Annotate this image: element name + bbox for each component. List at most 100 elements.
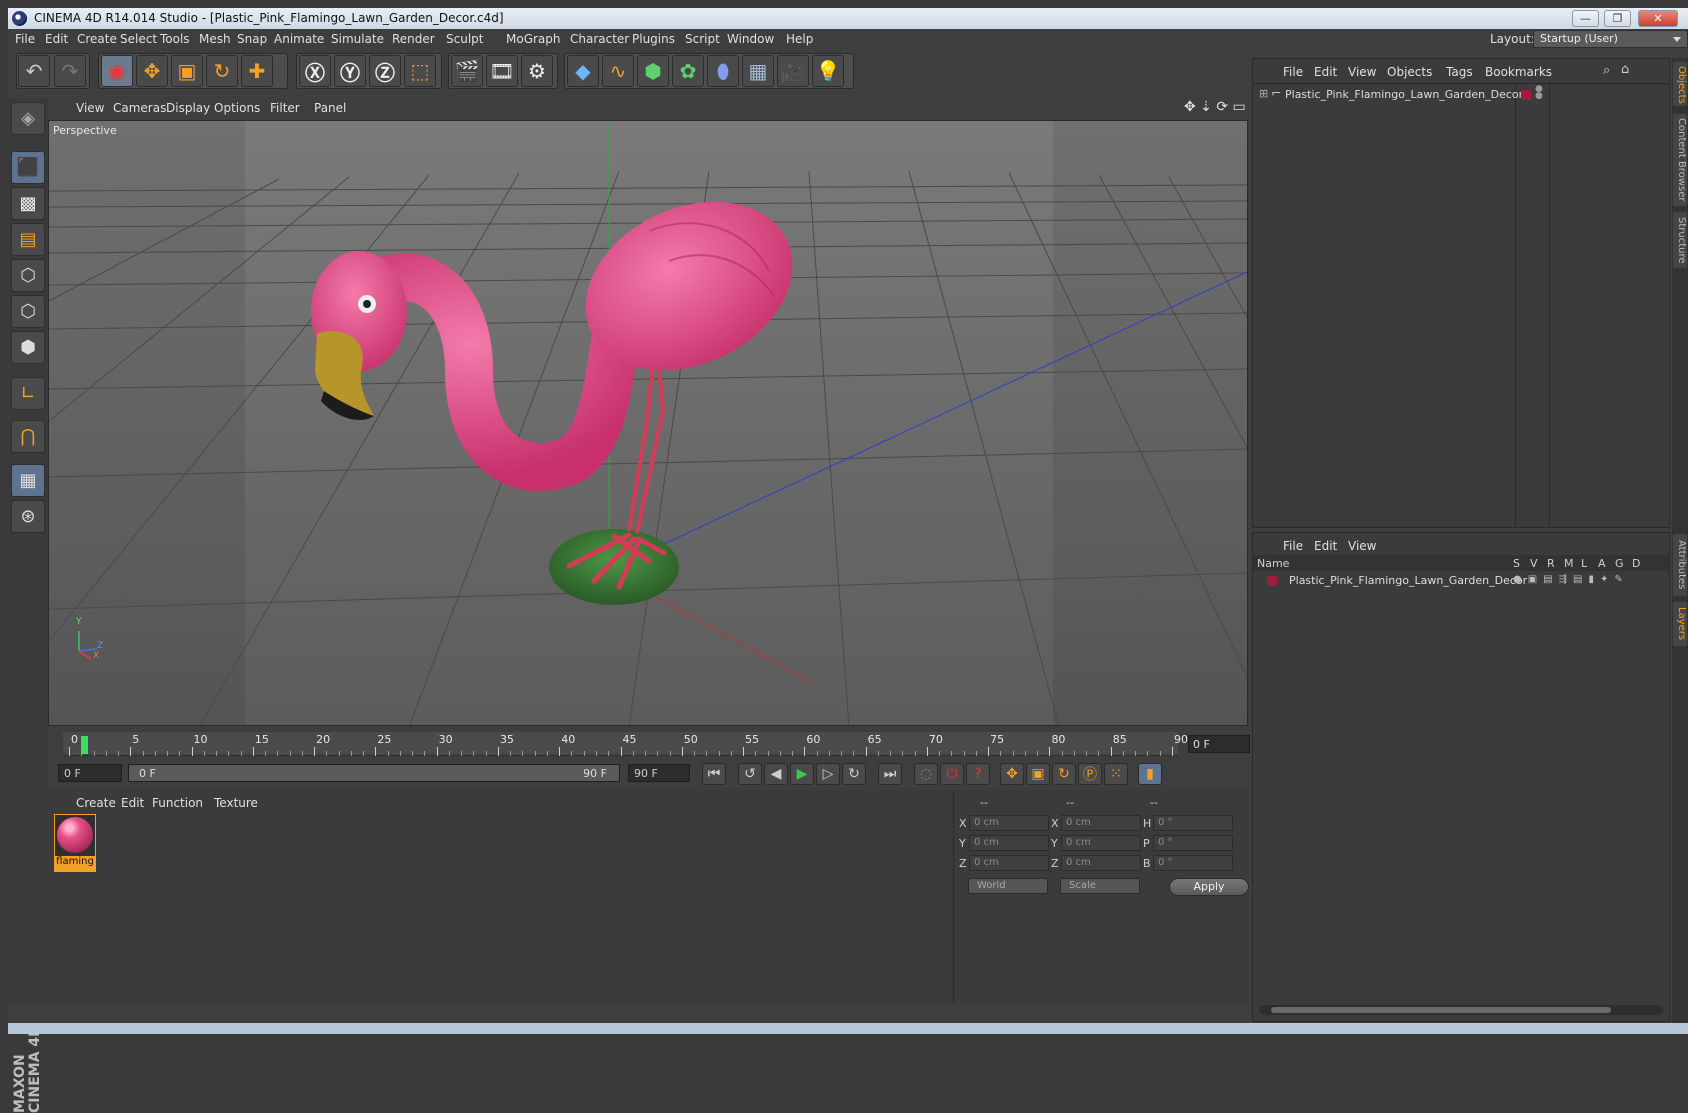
objects-menu-objects[interactable]: Objects	[1387, 65, 1432, 79]
model-mode-icon[interactable]: ⬛	[11, 151, 45, 184]
menu-render[interactable]: Render	[392, 32, 435, 46]
rot-h-field[interactable]: 0 °	[1153, 815, 1233, 831]
menu-snap[interactable]: Snap	[237, 32, 267, 46]
menu-help[interactable]: Help	[786, 32, 813, 46]
menu-file[interactable]: File	[15, 32, 35, 46]
magnet-icon[interactable]: ⋂	[11, 420, 45, 453]
viewport-menu-cameras[interactable]: Cameras	[113, 101, 166, 115]
layer-row[interactable]: Plastic_Pink_Flamingo_Lawn_Garden_Decor …	[1253, 573, 1669, 591]
objects-menu-view[interactable]: View	[1348, 65, 1376, 79]
floor-scene-icon[interactable]: ▦	[742, 55, 774, 87]
material-menu-function[interactable]: Function	[152, 796, 203, 810]
menu-animate[interactable]: Animate	[274, 32, 324, 46]
minimize-button[interactable]: —	[1572, 10, 1599, 27]
layers-menu-file[interactable]: File	[1283, 539, 1303, 553]
column-deformers[interactable]: D	[1632, 557, 1640, 570]
texture-mode-icon[interactable]: ▩	[11, 187, 45, 220]
layer-color-swatch[interactable]	[1267, 576, 1277, 586]
menu-mograph[interactable]: MoGraph	[506, 32, 561, 46]
array-icon[interactable]: ✿	[672, 55, 704, 87]
play-icon[interactable]: ▶	[790, 763, 814, 785]
material-swatch[interactable]: flaming	[54, 814, 96, 872]
x-axis-lock-icon[interactable]: Ⓧ	[299, 55, 331, 87]
layer-name[interactable]: Plastic_Pink_Flamingo_Lawn_Garden_Decor	[1289, 574, 1527, 587]
coordinate-system-icon[interactable]: ⬚	[404, 55, 436, 87]
z-axis-lock-icon[interactable]: Ⓩ	[369, 55, 401, 87]
viewport-menu-view[interactable]: View	[76, 101, 104, 115]
search-icon[interactable]: ⌕	[1603, 63, 1610, 78]
expand-toggle-icon[interactable]: ⊞	[1259, 87, 1268, 100]
edges-mode-icon[interactable]: ⬡	[11, 295, 45, 328]
size-z-field[interactable]: 0 cm	[1061, 855, 1141, 871]
timeline-ruler[interactable]: 0 5 10 15 20 25 30 35 40 45 50 55 60 65 70 75 80 85 90	[63, 732, 1188, 756]
previous-key-icon[interactable]: ↺	[738, 763, 762, 785]
menu-plugins[interactable]: Plugins	[632, 32, 675, 46]
record-keys-icon[interactable]: ◌	[914, 763, 938, 785]
points-mode-icon[interactable]: ⬡	[11, 259, 45, 292]
camera-icon[interactable]: 🎥	[777, 55, 809, 87]
menu-mesh[interactable]: Mesh	[199, 32, 231, 46]
tab-structure[interactable]: Structure	[1673, 212, 1687, 268]
redo-icon[interactable]: ↷	[54, 55, 86, 87]
perspective-viewport[interactable]: Perspective Y Z X	[48, 120, 1248, 726]
maximize-button[interactable]: ❐	[1604, 10, 1631, 27]
column-generators[interactable]: G	[1615, 557, 1624, 570]
menu-tools[interactable]: Tools	[160, 32, 190, 46]
layer-color-tag[interactable]	[1521, 90, 1531, 100]
apply-button[interactable]: Apply	[1169, 878, 1249, 896]
column-solo[interactable]: S	[1513, 557, 1520, 570]
tab-attributes[interactable]: Attributes	[1673, 534, 1687, 596]
go-to-start-icon[interactable]: ⏮	[702, 763, 726, 785]
column-animation[interactable]: A	[1598, 557, 1606, 570]
render-picture-viewer-icon[interactable]: 🎞	[486, 55, 518, 87]
workplane-lock-icon[interactable]: ▦	[11, 464, 45, 497]
key-parameter-icon[interactable]: Ⓟ	[1078, 763, 1102, 785]
menu-select[interactable]: Select	[120, 32, 157, 46]
layout-dropdown[interactable]: Startup (User)	[1533, 30, 1688, 48]
deformer-icon[interactable]: ⬮	[707, 55, 739, 87]
layers-menu-edit[interactable]: Edit	[1314, 539, 1337, 553]
polygons-mode-icon[interactable]: ⬢	[11, 331, 45, 364]
close-button[interactable]: ✕	[1638, 10, 1678, 27]
go-to-end-icon[interactable]: ⏭	[878, 763, 902, 785]
create-tool-icon[interactable]: ✚	[241, 55, 273, 87]
visibility-dots-icon[interactable]: ● ●	[1535, 85, 1543, 101]
horizontal-scrollbar[interactable]	[1259, 1005, 1663, 1015]
column-render[interactable]: R	[1547, 557, 1555, 570]
live-selection-icon[interactable]: ◉	[101, 55, 133, 87]
key-position-icon[interactable]: ✥	[1000, 763, 1024, 785]
viewport-menu-options[interactable]: Options	[214, 101, 260, 115]
column-manager[interactable]: M	[1564, 557, 1574, 570]
spline-icon[interactable]: ∿	[602, 55, 634, 87]
object-name[interactable]: Plastic_Pink_Flamingo_Lawn_Garden_Decor	[1285, 88, 1523, 101]
start-frame-field[interactable]: 0 F	[58, 764, 122, 782]
tab-layers[interactable]: Layers	[1673, 602, 1687, 646]
key-pla-icon[interactable]: ⁙	[1104, 763, 1128, 785]
home-icon[interactable]: ⌂	[1621, 62, 1629, 77]
render-settings-icon[interactable]: ⚙	[521, 55, 553, 87]
previous-frame-icon[interactable]: ◀	[764, 763, 788, 785]
viewport-menu-panel[interactable]: Panel	[314, 101, 346, 115]
column-locked[interactable]: L	[1581, 557, 1587, 570]
material-menu-texture[interactable]: Texture	[214, 796, 258, 810]
workplane-mode-icon[interactable]: ▤	[11, 223, 45, 256]
objects-menu-bookmarks[interactable]: Bookmarks	[1485, 65, 1552, 79]
scale-tool-icon[interactable]: ▣	[171, 55, 203, 87]
keyframe-selection-icon[interactable]: ?	[966, 763, 990, 785]
rot-b-field[interactable]: 0 °	[1153, 855, 1233, 871]
menu-sculpt[interactable]: Sculpt	[446, 32, 483, 46]
timeline-window-icon[interactable]: ▮	[1138, 763, 1162, 785]
make-editable-icon[interactable]: ◈	[11, 102, 45, 135]
menu-simulate[interactable]: Simulate	[331, 32, 384, 46]
light-icon[interactable]: 💡	[812, 55, 844, 87]
rot-p-field[interactable]: 0 °	[1153, 835, 1233, 851]
frame-range-slider[interactable]: 0 F 90 F	[128, 764, 620, 782]
snap-settings-icon[interactable]: ⊛	[11, 500, 45, 533]
material-menu-edit[interactable]: Edit	[121, 796, 144, 810]
key-rotation-icon[interactable]: ↻	[1052, 763, 1076, 785]
menu-character[interactable]: Character	[570, 32, 629, 46]
next-key-icon[interactable]: ↻	[842, 763, 866, 785]
move-tool-icon[interactable]: ✥	[136, 55, 168, 87]
tab-objects[interactable]: Objects	[1673, 62, 1687, 106]
layers-menu-view[interactable]: View	[1348, 539, 1376, 553]
